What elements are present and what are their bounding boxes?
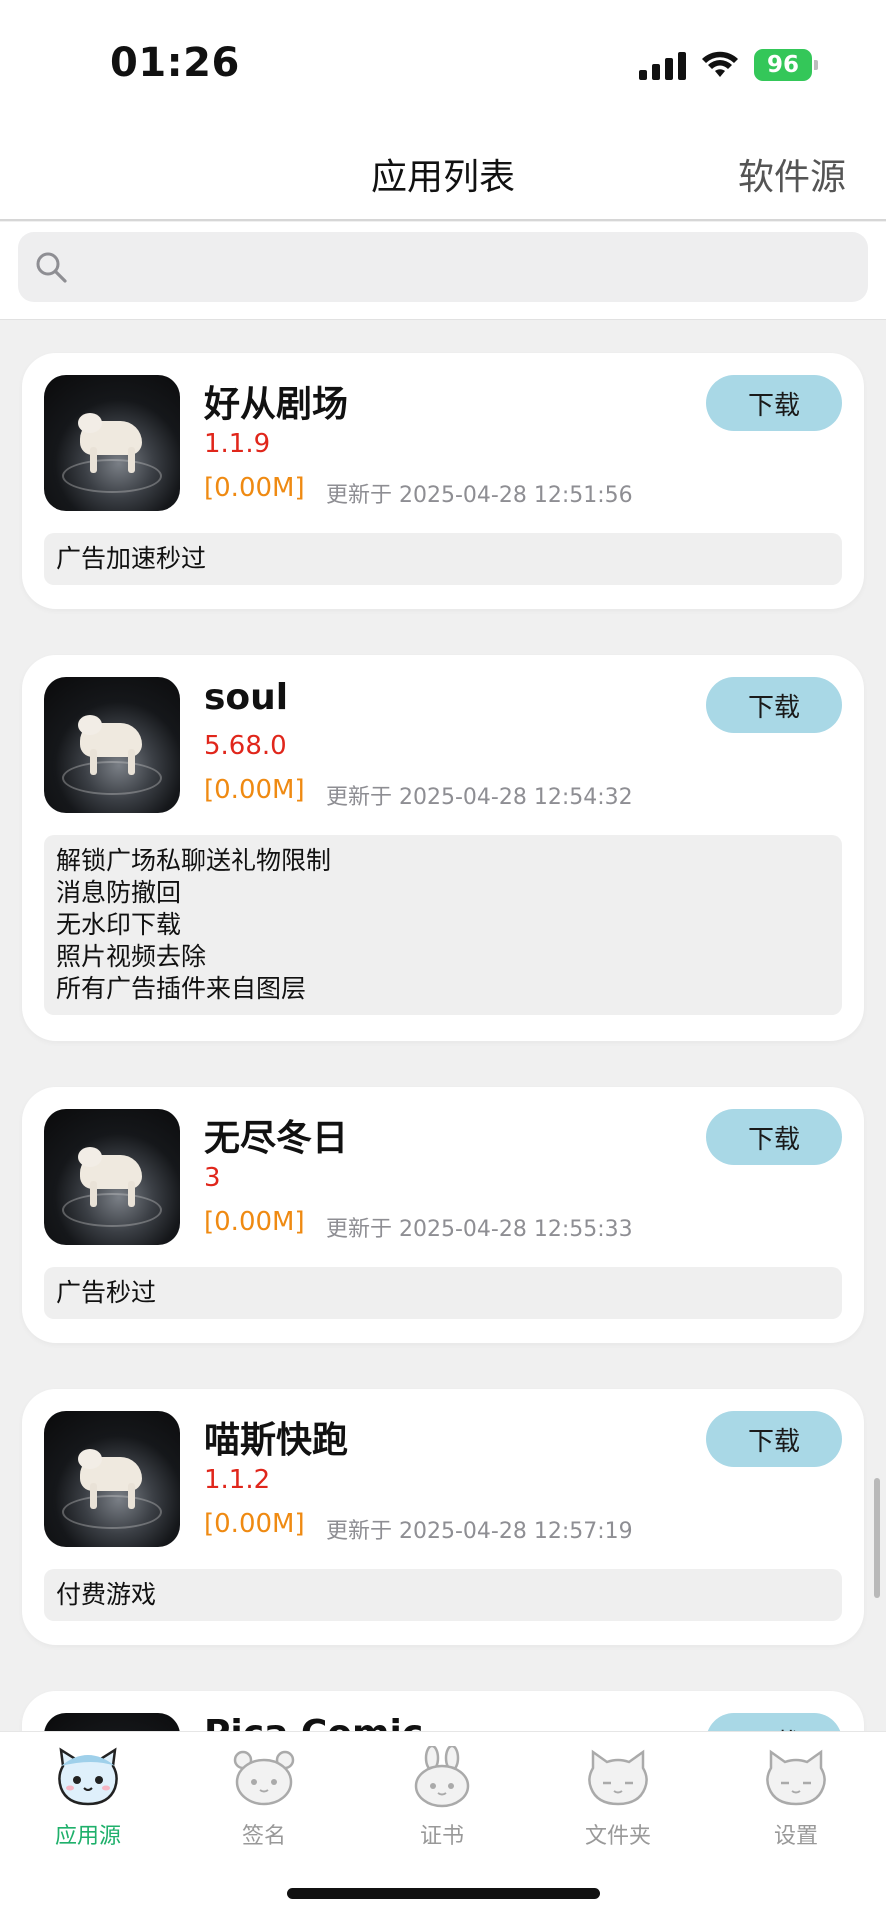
cat-face-icon	[583, 1746, 653, 1808]
app-card[interactable]: 无尽冬日 3 [0.00M] 更新于 2025-04-28 12:55:33 下…	[22, 1087, 864, 1343]
tab-label: 签名	[241, 1824, 286, 1849]
app-card[interactable]: 好从剧场 1.1.9 [0.00M] 更新于 2025-04-28 12:51:…	[22, 353, 864, 609]
download-button[interactable]: 下载	[706, 677, 842, 733]
app-updated-time: 更新于 2025-04-28 12:55:33	[326, 1217, 633, 1242]
home-indicator	[287, 1888, 600, 1899]
app-icon	[44, 1411, 180, 1547]
app-version: 1.1.9	[204, 429, 271, 459]
app-updated-time: 更新于 2025-04-28 12:57:19	[326, 1519, 633, 1544]
download-button[interactable]: 下载	[706, 1713, 842, 1731]
app-size: [0.00M]	[204, 1509, 305, 1539]
cat-face-icon	[761, 1746, 831, 1808]
search-input[interactable]	[18, 232, 868, 302]
app-name: soul	[204, 677, 289, 718]
status-indicators: 96	[639, 47, 818, 83]
tab-label: 证书	[419, 1824, 464, 1849]
tab-folder[interactable]: 文件夹	[530, 1746, 706, 1856]
search-icon	[36, 252, 67, 283]
search-bar	[0, 222, 886, 320]
app-card[interactable]: Pica Comic 下载	[22, 1691, 864, 1731]
app-description: 解锁广场私聊送礼物限制 消息防撤回 无水印下载 照片视频去除 所有广告插件来自图…	[44, 835, 842, 1015]
app-description: 付费游戏	[44, 1569, 842, 1621]
battery-level: 96	[766, 52, 799, 78]
tab-settings[interactable]: 设置	[708, 1746, 884, 1856]
tab-label: 文件夹	[584, 1824, 651, 1849]
app-version: 1.1.2	[204, 1465, 271, 1495]
scrollbar[interactable]	[874, 1478, 880, 1598]
status-time: 01:26	[110, 40, 240, 86]
app-card[interactable]: 喵斯快跑 1.1.2 [0.00M] 更新于 2025-04-28 12:57:…	[22, 1389, 864, 1645]
header: 01:26 96 应用列表 软件源	[0, 0, 886, 221]
app-version: 3	[204, 1163, 221, 1193]
software-source-button[interactable]: 软件源	[738, 148, 846, 200]
app-icon	[44, 1713, 180, 1731]
app-list: 好从剧场 1.1.9 [0.00M] 更新于 2025-04-28 12:51:…	[0, 321, 886, 1731]
app-icon	[44, 375, 180, 511]
download-button[interactable]: 下载	[706, 1109, 842, 1165]
tab-certificate[interactable]: 证书	[354, 1744, 530, 1856]
app-name: Pica Comic	[204, 1713, 423, 1731]
app-size: [0.00M]	[204, 1207, 305, 1237]
app-size: [0.00M]	[204, 473, 305, 503]
app-name: 好从剧场	[204, 384, 349, 425]
app-description: 广告加速秒过	[44, 533, 842, 585]
battery-indicator: 96	[754, 49, 818, 81]
cellular-signal-icon	[639, 50, 686, 80]
app-updated-time: 更新于 2025-04-28 12:51:56	[326, 483, 633, 508]
app-version: 5.68.0	[204, 731, 287, 761]
tab-sign[interactable]: 签名	[176, 1746, 352, 1856]
app-name: 喵斯快跑	[204, 1420, 349, 1461]
download-button[interactable]: 下载	[706, 1411, 842, 1467]
download-button[interactable]: 下载	[706, 375, 842, 431]
tab-label: 设置	[773, 1824, 818, 1849]
tab-app-source[interactable]: 应用源	[0, 1746, 176, 1856]
app-icon	[44, 1109, 180, 1245]
app-description: 广告秒过	[44, 1267, 842, 1319]
app-name: 无尽冬日	[204, 1118, 349, 1159]
tab-label: 应用源	[54, 1824, 121, 1849]
cat-face-icon	[53, 1746, 123, 1808]
bear-face-icon	[229, 1746, 299, 1808]
app-size: [0.00M]	[204, 775, 305, 805]
rabbit-face-icon	[407, 1744, 477, 1808]
wifi-icon	[702, 51, 738, 77]
app-card[interactable]: soul 5.68.0 [0.00M] 更新于 2025-04-28 12:54…	[22, 655, 864, 1041]
app-icon	[44, 677, 180, 813]
app-updated-time: 更新于 2025-04-28 12:54:32	[326, 785, 633, 810]
